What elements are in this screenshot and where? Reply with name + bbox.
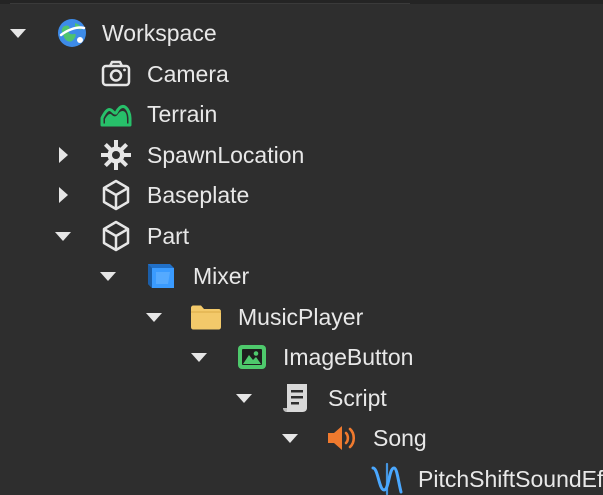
tree-item-label: SpawnLocation [147, 142, 305, 168]
explorer-panel: Workspace Camera Terrain SpawnLocation B… [0, 0, 603, 495]
tree-item-label: Terrain [147, 101, 218, 127]
image-button-icon [235, 340, 269, 374]
tree-item-mixer[interactable]: Mixer [0, 256, 603, 296]
part-cube-icon [99, 178, 133, 212]
tree-item-label: MusicPlayer [238, 304, 364, 330]
tree-item-image-button[interactable]: ImageButton [0, 337, 603, 377]
pitch-shift-wave-icon [370, 462, 404, 495]
tree-item-label: Baseplate [147, 182, 250, 208]
camera-icon [99, 57, 133, 91]
tree-item-baseplate[interactable]: Baseplate [0, 175, 603, 215]
tree-item-spawn-location[interactable]: SpawnLocation [0, 135, 603, 175]
mixer-icon [144, 259, 178, 293]
tree-item-label: PitchShiftSoundEffect [418, 466, 603, 492]
tree-item-terrain[interactable]: Terrain [0, 94, 603, 134]
tree-item-label: Song [373, 425, 427, 451]
script-icon [280, 381, 314, 415]
expand-toggle-icon[interactable] [278, 426, 302, 450]
tree-item-workspace[interactable]: Workspace [0, 13, 603, 53]
expand-toggle-icon[interactable] [142, 305, 166, 329]
expand-toggle-icon[interactable] [51, 143, 75, 167]
expand-toggle-icon[interactable] [6, 21, 30, 45]
tree-item-label: Script [328, 385, 387, 411]
tree-item-pitch-shift-sound-effect[interactable]: PitchShiftSoundEffect [0, 459, 603, 495]
tree-item-label: Camera [147, 61, 229, 87]
terrain-icon [99, 97, 133, 131]
tree-item-script[interactable]: Script [0, 378, 603, 418]
tree-item-camera[interactable]: Camera [0, 54, 603, 94]
spawn-location-gear-icon [99, 138, 133, 172]
panel-top-edge [0, 0, 603, 4]
part-cube-icon [99, 219, 133, 253]
tree-item-label: ImageButton [283, 344, 414, 370]
expand-toggle-icon[interactable] [51, 224, 75, 248]
expand-toggle-icon[interactable] [232, 386, 256, 410]
tree-item-song[interactable]: Song [0, 418, 603, 458]
tree-item-label: Mixer [193, 263, 250, 289]
folder-icon [189, 300, 223, 334]
expand-toggle-icon[interactable] [51, 183, 75, 207]
tree-item-part[interactable]: Part [0, 216, 603, 256]
workspace-globe-icon [55, 16, 89, 50]
tree-item-music-player[interactable]: MusicPlayer [0, 297, 603, 337]
tree-item-label: Workspace [102, 20, 217, 46]
expand-toggle-icon[interactable] [187, 345, 211, 369]
tree-item-label: Part [147, 223, 190, 249]
expand-toggle-icon[interactable] [96, 264, 120, 288]
sound-speaker-icon [325, 421, 359, 455]
